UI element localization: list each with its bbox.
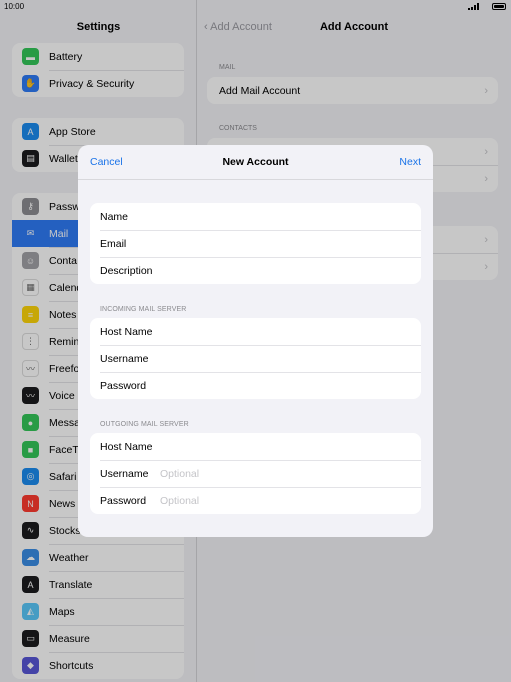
outgoing-username-row[interactable]: Username	[90, 460, 421, 487]
incoming-username-field[interactable]	[160, 352, 400, 365]
outgoing-password-row[interactable]: Password	[90, 487, 421, 514]
outgoing-host-name-label: Host Name	[100, 440, 153, 453]
incoming-username-label: Username	[100, 352, 149, 365]
outgoing-username-field[interactable]	[160, 467, 400, 480]
account-description-row[interactable]: Description	[90, 257, 421, 284]
incoming-host-name-field[interactable]	[160, 325, 400, 338]
incoming-username-row[interactable]: Username	[90, 345, 421, 372]
outgoing-host-name-field[interactable]	[160, 440, 400, 453]
status-time: 10:00	[4, 2, 25, 11]
outgoing-host-name-row[interactable]: Host Name	[90, 433, 421, 460]
incoming-server-group: Host Name Username Password	[90, 318, 421, 399]
status-bar: 10:00	[0, 0, 511, 14]
incoming-server-header: INCOMING MAIL SERVER	[100, 306, 187, 313]
cellular-signal-icon	[468, 3, 479, 10]
sheet-header: Cancel New Account Next	[78, 145, 433, 180]
battery-status-icon	[492, 3, 506, 10]
next-button[interactable]: Next	[399, 156, 421, 168]
account-name-row[interactable]: Name	[90, 203, 421, 230]
outgoing-password-field[interactable]	[160, 494, 400, 507]
incoming-password-label: Password	[100, 379, 147, 392]
outgoing-username-label: Username	[100, 467, 149, 480]
outgoing-server-header: OUTGOING MAIL SERVER	[100, 421, 189, 428]
account-fields-group: Name Email Description	[90, 203, 421, 284]
incoming-host-name-row[interactable]: Host Name	[90, 318, 421, 345]
incoming-password-field[interactable]	[160, 379, 400, 392]
outgoing-server-group: Host Name Username Password	[90, 433, 421, 514]
sheet-title: New Account	[222, 156, 289, 168]
incoming-host-name-label: Host Name	[100, 325, 153, 338]
new-account-sheet: Cancel New Account Next Name Email Descrip…	[78, 145, 433, 537]
outgoing-password-label: Password	[100, 494, 147, 507]
incoming-password-row[interactable]: Password	[90, 372, 421, 399]
account-email-row[interactable]: Email	[90, 230, 421, 257]
